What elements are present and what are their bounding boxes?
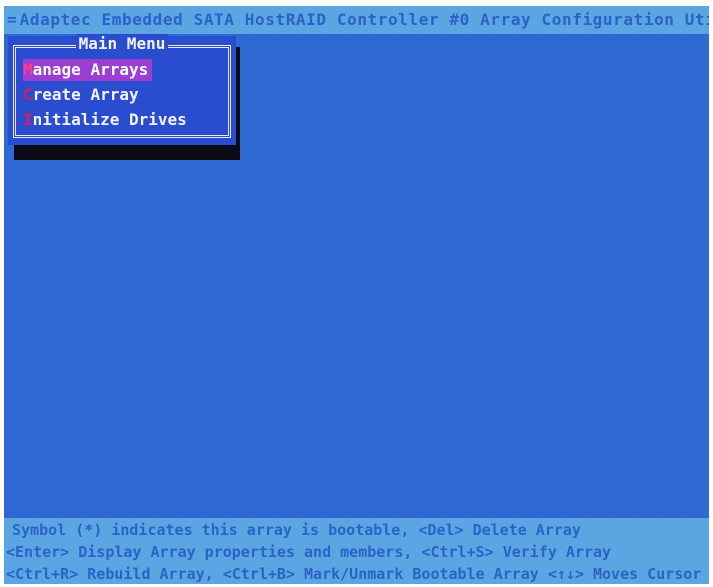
menu-item-label: anage Arrays [32, 60, 149, 79]
menu-hotkey-m: M [23, 60, 33, 79]
menu-item-create-array[interactable]: Create Array [23, 84, 143, 106]
menu-item-label: reate Array [32, 85, 139, 104]
help-status-bar: Symbol (*) indicates this array is boota… [4, 518, 709, 584]
main-menu-title: Main Menu [9, 34, 235, 53]
main-menu: Main Menu Manage Arrays Create Array Ini… [8, 34, 236, 145]
main-menu-title-text: Main Menu [75, 34, 169, 53]
menu-hotkey-i: I [23, 110, 33, 129]
menu-item-label: nitialize Drives [32, 110, 187, 129]
help-line-3: <Ctrl+R> Rebuild Array, <Ctrl+B> Mark/Un… [6, 565, 702, 583]
menu-item-initialize-drives[interactable]: Initialize Drives [23, 109, 191, 131]
menu-item-manage-arrays[interactable]: Manage Arrays [23, 59, 153, 81]
menu-hotkey-c: C [23, 85, 33, 104]
bios-screen: = Adaptec Embedded SATA HostRAID Control… [4, 6, 709, 584]
title-bar: = Adaptec Embedded SATA HostRAID Control… [4, 6, 709, 34]
help-line-1: Symbol (*) indicates this array is boota… [12, 521, 581, 539]
utility-title: Adaptec Embedded SATA HostRAID Controlle… [19, 10, 709, 29]
help-line-2: <Enter> Display Array properties and mem… [6, 543, 612, 561]
title-left-marker: = [7, 10, 17, 29]
